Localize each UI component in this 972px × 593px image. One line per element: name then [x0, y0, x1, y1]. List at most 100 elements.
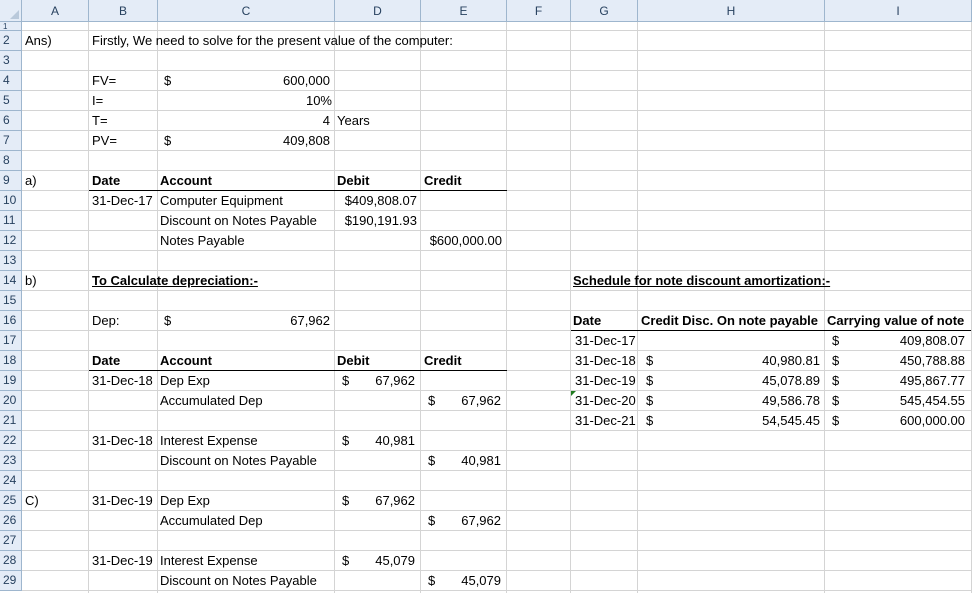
cell-e12[interactable]: $600,000.00: [421, 231, 502, 251]
header-debit-2[interactable]: Debit: [337, 351, 370, 371]
header-credit-2[interactable]: Credit: [424, 351, 462, 371]
cell-c16[interactable]: 67,962: [158, 311, 330, 331]
cell-b10[interactable]: 31-Dec-17: [92, 191, 153, 211]
col-header-c[interactable]: C: [158, 0, 335, 22]
schedule-row-2-carry[interactable]: 450,788.88: [825, 351, 965, 371]
cell-c29[interactable]: Discount on Notes Payable: [160, 571, 317, 591]
col-header-a[interactable]: A: [22, 0, 89, 22]
cell-c19[interactable]: Dep Exp: [160, 371, 210, 391]
row-header-29[interactable]: 29: [0, 571, 22, 591]
cell-e29[interactable]: 45,079: [421, 571, 501, 591]
header-date-1[interactable]: Date: [92, 171, 120, 191]
cell-e26[interactable]: 67,962: [421, 511, 501, 531]
col-header-e[interactable]: E: [421, 0, 507, 22]
schedule-header-carry[interactable]: Carrying value of note: [827, 311, 964, 331]
row-header-19[interactable]: 19: [0, 371, 22, 391]
cell-e20[interactable]: 67,962: [421, 391, 501, 411]
cell-c4[interactable]: 600,000: [158, 71, 330, 91]
header-debit-1[interactable]: Debit: [337, 171, 370, 191]
cell-d19[interactable]: 67,962: [335, 371, 415, 391]
cell-d10[interactable]: $409,808.07: [335, 191, 417, 211]
col-header-d[interactable]: D: [335, 0, 421, 22]
header-account-1[interactable]: Account: [160, 171, 212, 191]
schedule-row-1-carry[interactable]: 409,808.07: [825, 331, 965, 351]
row-header-3[interactable]: 3: [0, 51, 22, 71]
cell-c10[interactable]: Computer Equipment: [160, 191, 283, 211]
row-header-27[interactable]: 27: [0, 531, 22, 551]
row-header-1[interactable]: 1: [0, 22, 22, 31]
cell-a14[interactable]: b): [25, 271, 37, 291]
row-header-2[interactable]: 2: [0, 31, 22, 51]
cell-b6[interactable]: T=: [92, 111, 108, 131]
schedule-row-3-date[interactable]: 31-Dec-19: [575, 371, 636, 391]
cell-g14[interactable]: Schedule for note discount amortization:…: [573, 271, 830, 291]
cell-c5[interactable]: 10%: [158, 91, 332, 111]
cell-c6[interactable]: 4: [158, 111, 330, 131]
cell-e23[interactable]: 40,981: [421, 451, 501, 471]
col-header-h[interactable]: H: [638, 0, 825, 22]
cell-c22[interactable]: Interest Expense: [160, 431, 258, 451]
cell-b19[interactable]: 31-Dec-18: [92, 371, 153, 391]
row-header-9[interactable]: 9: [0, 171, 22, 191]
header-credit-1[interactable]: Credit: [424, 171, 462, 191]
header-account-2[interactable]: Account: [160, 351, 212, 371]
schedule-row-2-date[interactable]: 31-Dec-18: [575, 351, 636, 371]
row-header-4[interactable]: 4: [0, 71, 22, 91]
row-header-24[interactable]: 24: [0, 471, 22, 491]
cell-b7[interactable]: PV=: [92, 131, 117, 151]
row-header-8[interactable]: 8: [0, 151, 22, 171]
row-header-21[interactable]: 21: [0, 411, 22, 431]
cell-b25[interactable]: 31-Dec-19: [92, 491, 153, 511]
row-header-5[interactable]: 5: [0, 91, 22, 111]
schedule-row-4-date[interactable]: 31-Dec-20: [575, 391, 636, 411]
cell-c20[interactable]: Accumulated Dep: [160, 391, 263, 411]
cell-a25[interactable]: C): [25, 491, 39, 511]
row-header-17[interactable]: 17: [0, 331, 22, 351]
cell-c7[interactable]: 409,808: [158, 131, 330, 151]
cell-d28[interactable]: 45,079: [335, 551, 415, 571]
cell-c25[interactable]: Dep Exp: [160, 491, 210, 511]
col-header-b[interactable]: B: [89, 0, 158, 22]
schedule-row-5-carry[interactable]: 600,000.00: [825, 411, 965, 431]
row-header-25[interactable]: 25: [0, 491, 22, 511]
row-header-15[interactable]: 15: [0, 291, 22, 311]
row-header-11[interactable]: 11: [0, 211, 22, 231]
schedule-row-4-carry[interactable]: 545,454.55: [825, 391, 965, 411]
header-date-2[interactable]: Date: [92, 351, 120, 371]
row-header-14[interactable]: 14: [0, 271, 22, 291]
schedule-row-5-disc[interactable]: 54,545.45: [638, 411, 820, 431]
schedule-row-1-date[interactable]: 31-Dec-17: [575, 331, 636, 351]
schedule-header-disc[interactable]: Credit Disc. On note payable: [641, 311, 818, 331]
schedule-header-date[interactable]: Date: [573, 311, 601, 331]
row-header-20[interactable]: 20: [0, 391, 22, 411]
cell-c26[interactable]: Accumulated Dep: [160, 511, 263, 531]
cell-b16[interactable]: Dep:: [92, 311, 119, 331]
row-header-10[interactable]: 10: [0, 191, 22, 211]
row-header-18[interactable]: 18: [0, 351, 22, 371]
cell-b22[interactable]: 31-Dec-18: [92, 431, 153, 451]
cell-b5[interactable]: I=: [92, 91, 103, 111]
schedule-row-3-disc[interactable]: 45,078.89: [638, 371, 820, 391]
cell-a9[interactable]: a): [25, 171, 37, 191]
row-header-12[interactable]: 12: [0, 231, 22, 251]
row-header-7[interactable]: 7: [0, 131, 22, 151]
row-header-22[interactable]: 22: [0, 431, 22, 451]
cell-d6[interactable]: Years: [337, 111, 370, 131]
spreadsheet[interactable]: A B C D E F G H I 1 2 3 4 5 6 7 8 9 10 1…: [0, 0, 972, 593]
cell-b4[interactable]: FV=: [92, 71, 116, 91]
cell-b28[interactable]: 31-Dec-19: [92, 551, 153, 571]
cell-d25[interactable]: 67,962: [335, 491, 415, 511]
cell-b14[interactable]: To Calculate depreciation:-: [92, 271, 258, 291]
schedule-row-3-carry[interactable]: 495,867.77: [825, 371, 965, 391]
cell-d22[interactable]: 40,981: [335, 431, 415, 451]
schedule-row-2-disc[interactable]: 40,980.81: [638, 351, 820, 371]
select-all-corner[interactable]: [0, 0, 22, 22]
cell-c12[interactable]: Notes Payable: [160, 231, 245, 251]
row-header-28[interactable]: 28: [0, 551, 22, 571]
col-header-i[interactable]: I: [825, 0, 972, 22]
row-header-26[interactable]: 26: [0, 511, 22, 531]
row-header-6[interactable]: 6: [0, 111, 22, 131]
row-header-13[interactable]: 13: [0, 251, 22, 271]
col-header-g[interactable]: G: [571, 0, 638, 22]
schedule-row-4-disc[interactable]: 49,586.78: [638, 391, 820, 411]
